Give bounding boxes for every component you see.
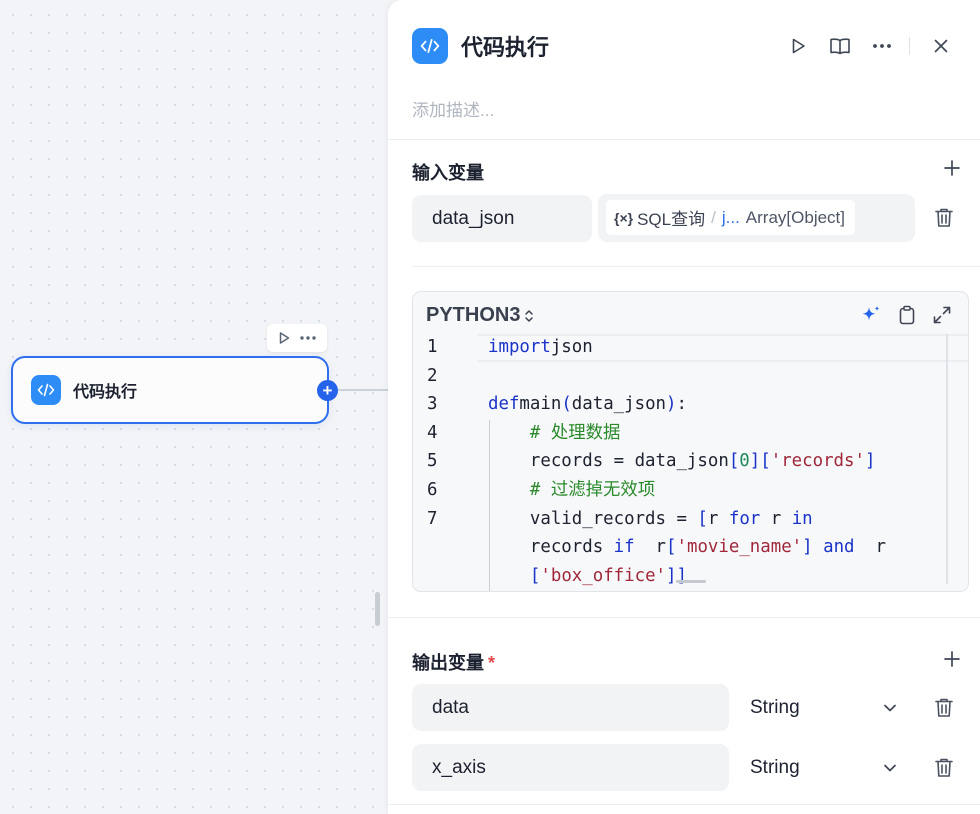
node-connection-edge [338,389,390,391]
code-text: # 处理数据 [529,422,621,443]
ref-type: Array[Object] [745,207,845,227]
divider [412,266,980,267]
divider [388,617,980,618]
description-input[interactable]: 添加描述... [412,96,494,121]
close-icon[interactable] [920,39,962,53]
add-input-variable-icon[interactable] [944,160,960,181]
ref-separator: / [711,207,716,227]
ref-source: SQL查询 [637,210,706,229]
chevron-down-icon [884,764,896,771]
language-selector[interactable]: PYTHON3 [426,304,535,327]
code-line: 1 importjson [413,333,968,361]
divider [388,804,980,805]
plus-icon: + [322,381,333,400]
divider [388,139,980,140]
add-output-variable-icon[interactable] [944,651,960,672]
code-text: importjson [488,337,593,357]
ai-sparkle-icon[interactable] [860,304,882,326]
input-variable-name: data_json [432,207,515,229]
output-variables-title: 输出变量 * [412,649,495,675]
more-options-icon[interactable] [299,335,317,341]
code-content[interactable]: 1 importjson 2 3 defmain(data_json): 4 # 处理数据… [413,334,968,591]
output-type-value: String [750,756,800,778]
code-text: ['box_office']] [529,565,687,586]
panel-header: 代码执行 [412,28,980,64]
code-line: 2 [413,362,968,390]
code-gutter-line [946,334,948,584]
language-label: PYTHON3 [426,304,521,326]
input-variables-title: 输入变量 [412,163,484,183]
delete-output-variable-icon[interactable] [934,697,954,723]
more-options-icon[interactable] [861,43,903,49]
line-number: 3 [427,394,438,415]
output-variable-name: data [432,696,469,718]
canvas-resize-handle[interactable] [375,592,380,626]
panel-title: 代码执行 [461,35,550,60]
output-variable-name-field[interactable]: x_axis [412,744,729,791]
code-text: records = data_json[0]['records'] [488,451,876,472]
book-icon[interactable] [819,37,861,55]
input-variable-name-field[interactable]: data_json [412,195,592,242]
node-toolbar [267,324,327,352]
expand-icon[interactable] [932,305,952,325]
variable-reference-chip[interactable]: {×} SQL查询 / j... Array[Object] [606,200,855,235]
line-number: 5 [427,451,438,472]
code-editor[interactable]: PYTHON3 1 importjson 2 3 defmain(data_json):… [412,291,969,592]
node-title: 代码执行 [73,384,138,401]
line-number: 1 [427,337,438,357]
delete-input-variable-icon[interactable] [934,207,954,233]
code-text: defmain(data_json): [488,394,687,415]
code-scrollbar[interactable] [676,580,706,583]
panel-actions [777,28,962,64]
copy-clipboard-icon[interactable] [898,305,916,325]
code-line: 3 defmain(data_json): [413,390,968,418]
code-icon [31,375,61,405]
output-type-value: String [750,696,800,718]
code-line: ['box_office']] [413,562,968,590]
output-variables-label: 输出变量 [412,653,484,673]
line-number: 4 [427,422,438,443]
code-execution-node[interactable]: 代码执行 [11,356,329,424]
code-text: records if r['movie_name'] and r [488,537,886,558]
line-number: 7 [427,508,438,529]
output-type-select[interactable]: String [750,684,897,731]
code-tools [844,304,952,326]
output-type-select[interactable]: String [750,744,897,791]
run-icon[interactable] [777,37,819,55]
variable-icon: {×} [614,209,634,226]
sort-chevron-icon [525,309,534,322]
header-divider [909,37,910,55]
code-line: 4 # 处理数据 [413,419,968,447]
line-number: 6 [427,480,438,500]
delete-output-variable-icon[interactable] [934,757,954,783]
code-line: 6 # 过滤掉无效项 [413,476,968,504]
code-line: records if r['movie_name'] and r [413,533,968,561]
code-text: valid_records = [r for r in [488,508,813,529]
ref-field: j... [721,207,740,227]
line-number: 2 [427,365,438,386]
code-line: 5 records = data_json[0]['records'] [413,447,968,475]
code-icon [412,28,448,64]
add-next-node-button[interactable]: + [317,380,338,401]
output-variable-name: x_axis [432,756,486,778]
chevron-down-icon [884,704,896,711]
run-node-icon[interactable] [277,331,291,345]
code-line: 7 valid_records = [r for r in [413,505,968,533]
output-variable-name-field[interactable]: data [412,684,729,731]
required-mark: * [488,653,496,673]
code-text: # 过滤掉无效项 [529,480,656,500]
